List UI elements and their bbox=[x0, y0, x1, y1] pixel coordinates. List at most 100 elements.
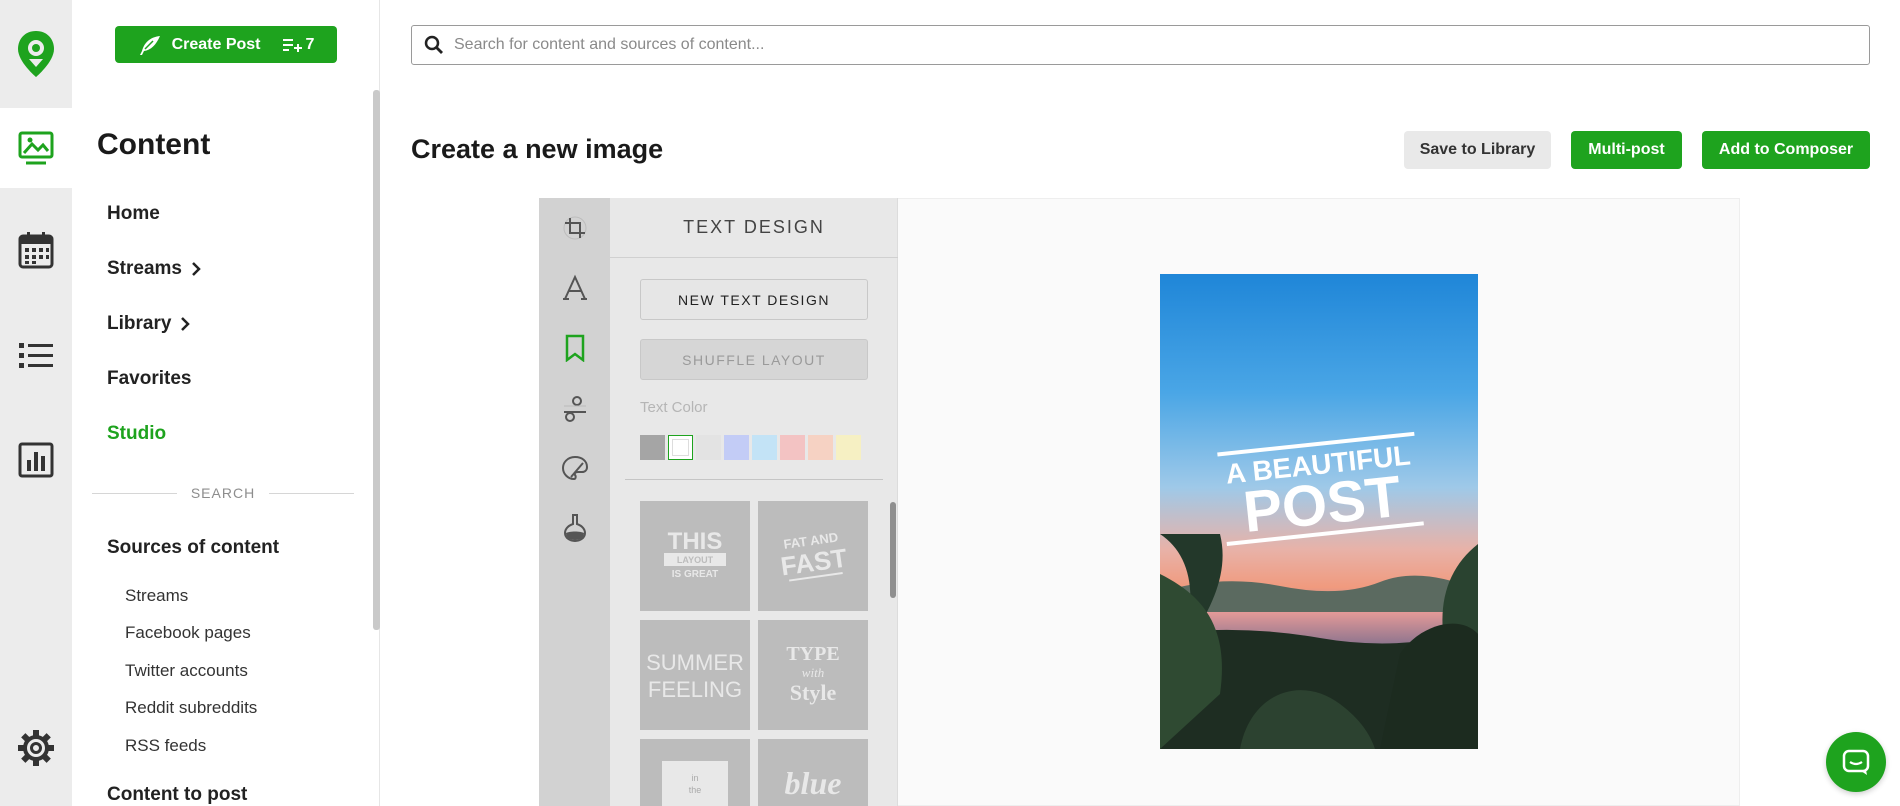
chevron-right-icon bbox=[192, 262, 201, 276]
thumb-text: in bbox=[691, 773, 698, 783]
chat-icon bbox=[1842, 749, 1870, 775]
thumb-text: Style bbox=[790, 680, 837, 705]
nav-sub-reddit[interactable]: Reddit subreddits bbox=[125, 698, 257, 718]
nav-item-home[interactable]: Home bbox=[107, 203, 160, 225]
tool-text-design[interactable] bbox=[539, 318, 610, 378]
text-color-swatches bbox=[640, 435, 861, 460]
thumb-text: SUMMER bbox=[646, 650, 744, 675]
rail-calendar[interactable] bbox=[0, 210, 72, 290]
thumb-text: the bbox=[689, 785, 702, 795]
nav-item-favorites[interactable]: Favorites bbox=[107, 368, 191, 390]
layout-thumbnail[interactable]: in the bbox=[640, 739, 750, 806]
thumb-text: TYPE bbox=[786, 643, 839, 665]
create-post-label: Create Post bbox=[171, 35, 261, 53]
tool-text[interactable] bbox=[539, 258, 610, 318]
layout-thumbnail[interactable]: FAT AND FAST bbox=[758, 501, 868, 611]
logo-pin-icon bbox=[18, 31, 54, 77]
color-swatch[interactable] bbox=[724, 435, 749, 460]
new-text-design-button[interactable]: NEW TEXT DESIGN bbox=[640, 279, 868, 320]
tool-adjust[interactable] bbox=[539, 378, 610, 438]
text-color-label: Text Color bbox=[640, 399, 708, 416]
thumb-text: blue bbox=[785, 765, 842, 801]
queue-count: 7 bbox=[282, 36, 314, 54]
color-swatch[interactable] bbox=[752, 435, 777, 460]
shuffle-layout-button[interactable]: SHUFFLE LAYOUT bbox=[640, 339, 868, 380]
color-swatch[interactable] bbox=[836, 435, 861, 460]
sliders-icon bbox=[563, 396, 586, 422]
nav-item-label: Streams bbox=[107, 258, 182, 279]
icon-rail bbox=[0, 0, 72, 806]
color-swatch[interactable] bbox=[808, 435, 833, 460]
image-icon bbox=[18, 131, 54, 165]
search-bar bbox=[411, 25, 1870, 65]
nav-scrollbar[interactable] bbox=[373, 90, 380, 630]
layout-preview: FAT AND FAST bbox=[779, 529, 849, 582]
typography-icon bbox=[562, 274, 587, 300]
layout-preview: TYPE with Style bbox=[786, 643, 839, 705]
feather-icon bbox=[139, 35, 160, 55]
canvas-preview: A BEAUTIFUL POST bbox=[1160, 274, 1478, 749]
create-post-button[interactable]: Create Post 7 bbox=[115, 26, 337, 63]
rail-settings[interactable] bbox=[0, 708, 72, 788]
multi-post-button[interactable]: Multi-post bbox=[1571, 131, 1682, 169]
save-to-library-button[interactable]: Save to Library bbox=[1404, 131, 1551, 169]
app-root: Create Post 7 Content Home Streams Libra… bbox=[0, 0, 1900, 806]
layout-thumbnail[interactable]: THIS LAYOUT IS GREAT bbox=[640, 501, 750, 611]
nav-item-content-to-post[interactable]: Content to post bbox=[107, 784, 247, 806]
divider-line bbox=[269, 492, 355, 494]
divider-line bbox=[92, 492, 177, 494]
analytics-icon bbox=[18, 442, 54, 478]
nav-item-library[interactable]: Library bbox=[107, 313, 191, 335]
crop-icon bbox=[563, 216, 586, 240]
nav-sub-streams[interactable]: Streams bbox=[125, 586, 188, 606]
rail-analytics[interactable] bbox=[0, 420, 72, 500]
color-swatch[interactable] bbox=[696, 435, 721, 460]
nav-item-streams[interactable]: Streams bbox=[107, 258, 202, 280]
nav-title: Content bbox=[97, 128, 211, 161]
color-swatch[interactable] bbox=[780, 435, 805, 460]
nav-item-label: Content to post bbox=[107, 784, 248, 805]
calendar-icon bbox=[18, 232, 54, 269]
nav-sub-facebook[interactable]: Facebook pages bbox=[125, 623, 251, 643]
thumb-text: THIS bbox=[668, 528, 723, 555]
thumb-text: FEELING bbox=[648, 677, 742, 702]
layout-preview: blue bbox=[785, 765, 842, 801]
add-to-composer-button[interactable]: Add to Composer bbox=[1702, 131, 1870, 169]
rail-queue[interactable] bbox=[0, 316, 72, 396]
nav-sub-rss[interactable]: RSS feeds bbox=[125, 736, 206, 756]
search-section-label: SEARCH bbox=[190, 485, 256, 501]
nav-item-label: Home bbox=[107, 203, 160, 224]
nav-item-label: Favorites bbox=[107, 368, 192, 389]
panel-scrollbar[interactable] bbox=[890, 502, 896, 598]
nav-item-sources[interactable]: Sources of content bbox=[107, 537, 279, 559]
flask-icon bbox=[563, 514, 586, 543]
color-swatch-selected[interactable] bbox=[668, 435, 693, 460]
color-swatch[interactable] bbox=[640, 435, 665, 460]
search-icon bbox=[424, 35, 443, 54]
nav-sub-twitter[interactable]: Twitter accounts bbox=[125, 661, 248, 681]
layout-thumbnail[interactable]: blue bbox=[758, 739, 868, 806]
nav-item-studio[interactable]: Studio bbox=[107, 423, 166, 445]
canvas-image[interactable]: A BEAUTIFUL POST bbox=[1160, 274, 1478, 749]
layout-thumbnail[interactable]: TYPE with Style bbox=[758, 620, 868, 730]
swatch-inner bbox=[672, 439, 689, 456]
search-section-divider: SEARCH bbox=[92, 484, 355, 502]
chevron-right-icon bbox=[181, 317, 191, 331]
nav-item-label: Studio bbox=[107, 423, 167, 444]
layout-preview: SUMMER FEELING bbox=[646, 650, 744, 702]
chat-button[interactable] bbox=[1826, 732, 1886, 792]
rail-content[interactable] bbox=[0, 108, 72, 188]
content-nav bbox=[72, 0, 380, 806]
logo[interactable] bbox=[0, 0, 72, 108]
bookmark-icon bbox=[565, 334, 584, 362]
layout-thumbnail[interactable]: SUMMER FEELING bbox=[640, 620, 750, 730]
tool-crop[interactable] bbox=[539, 198, 610, 258]
editor-toolbar bbox=[539, 198, 610, 806]
nav-item-label: Sources of content bbox=[107, 537, 280, 558]
nav-item-label: Library bbox=[107, 313, 172, 334]
panel-divider bbox=[625, 479, 883, 480]
tool-effects[interactable] bbox=[539, 498, 610, 558]
thumb-text: LAYOUT bbox=[677, 555, 714, 565]
search-input[interactable] bbox=[454, 36, 1834, 54]
tool-overlay[interactable] bbox=[539, 438, 610, 498]
